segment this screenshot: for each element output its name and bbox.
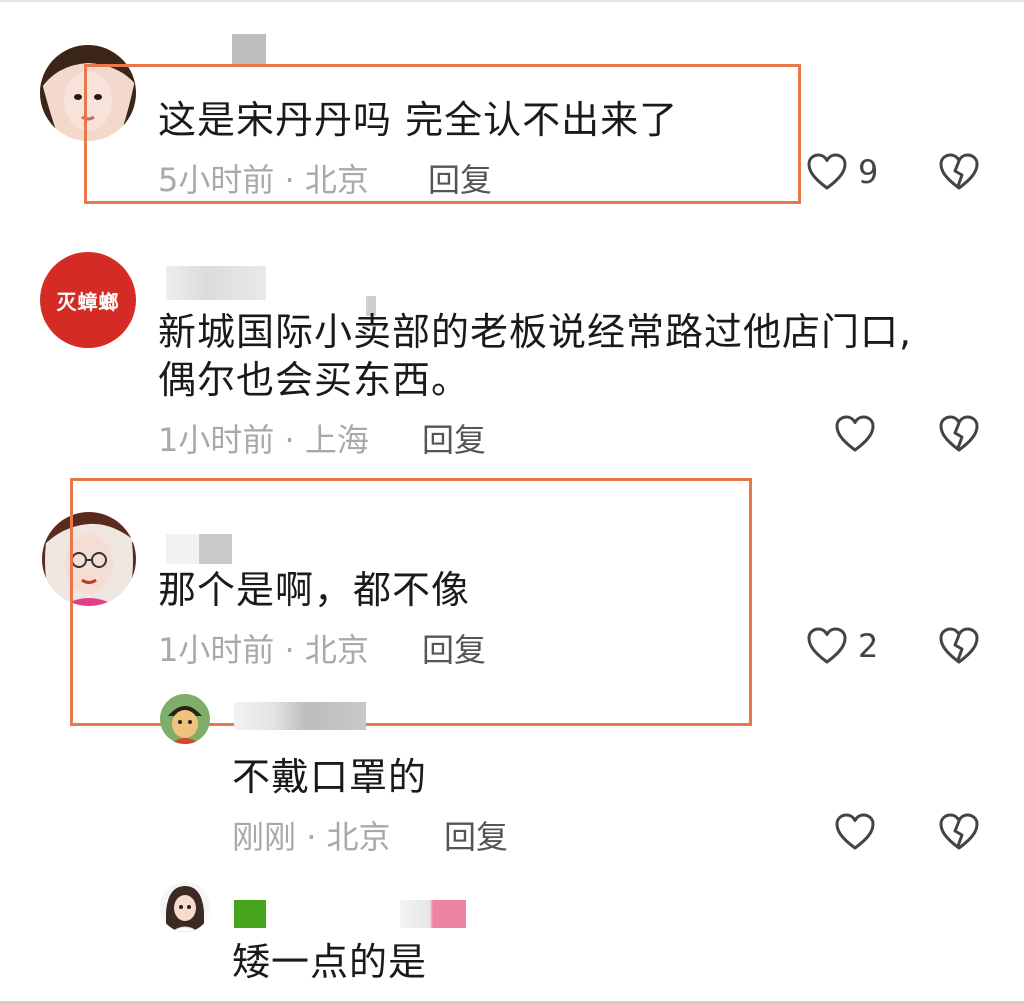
meta-separator: · (306, 818, 317, 856)
avatar[interactable] (42, 512, 136, 606)
reply-button[interactable]: 回复 (422, 415, 486, 461)
comment-time: 刚刚 (232, 818, 297, 856)
broken-heart-icon (938, 812, 980, 852)
comment-time: 5小时前 (158, 161, 275, 199)
comment-text: 矮一点的是 (232, 940, 428, 984)
comment-meta: 刚刚 · 北京 (232, 812, 391, 858)
like-button[interactable] (834, 812, 876, 852)
like-count: 9 (858, 153, 879, 191)
meta-separator: · (284, 421, 295, 459)
comment-location: 上海 (304, 421, 369, 459)
reply-button[interactable]: 回复 (428, 155, 492, 201)
avatar[interactable] (160, 882, 210, 932)
meta-separator: · (284, 631, 295, 669)
comment-location: 北京 (326, 818, 391, 856)
comment-text-line-2: 偶尔也会买东西。 (158, 358, 471, 402)
dislike-button[interactable] (938, 626, 980, 666)
comment-text: 这是宋丹丹吗 完全认不出来了 (158, 98, 679, 142)
dislike-button[interactable] (938, 152, 980, 192)
comment-meta: 5小时前 · 北京 (158, 155, 369, 201)
heart-outline-icon (806, 152, 848, 192)
comment-location: 北京 (304, 161, 369, 199)
heart-outline-icon (806, 626, 848, 666)
username-blurred (400, 900, 466, 928)
reply-button[interactable]: 回复 (444, 812, 508, 858)
username-blurred[interactable] (232, 34, 266, 64)
comment-time: 1小时前 (158, 631, 275, 669)
broken-heart-icon (938, 414, 980, 454)
username-blurred[interactable] (234, 702, 366, 730)
username-blurred[interactable] (166, 266, 266, 300)
like-button[interactable] (834, 414, 876, 454)
avatar[interactable] (160, 694, 210, 744)
username-blurred[interactable] (234, 900, 266, 928)
dislike-button[interactable] (938, 812, 980, 852)
comment-location: 北京 (304, 631, 369, 669)
like-button[interactable]: 9 (806, 152, 878, 192)
top-divider (0, 0, 1024, 2)
heart-outline-icon (834, 414, 876, 454)
comment-meta: 1小时前 · 北京 (158, 625, 369, 671)
avatar[interactable] (40, 45, 136, 141)
comment-text: 那个是啊，都不像 (158, 568, 471, 612)
heart-outline-icon (834, 812, 876, 852)
reply-button[interactable]: 回复 (422, 625, 486, 671)
comment-time: 1小时前 (158, 421, 275, 459)
like-count: 2 (858, 627, 879, 665)
meta-separator: · (284, 161, 295, 199)
like-button[interactable]: 2 (806, 626, 878, 666)
broken-heart-icon (938, 152, 980, 192)
avatar-text: 灭蟑螂 (56, 289, 120, 314)
broken-heart-icon (938, 626, 980, 666)
dislike-button[interactable] (938, 414, 980, 454)
comment-text: 不戴口罩的 (232, 755, 428, 799)
avatar[interactable]: 灭蟑螂 (40, 252, 136, 348)
comment-meta: 1小时前 · 上海 (158, 415, 369, 461)
